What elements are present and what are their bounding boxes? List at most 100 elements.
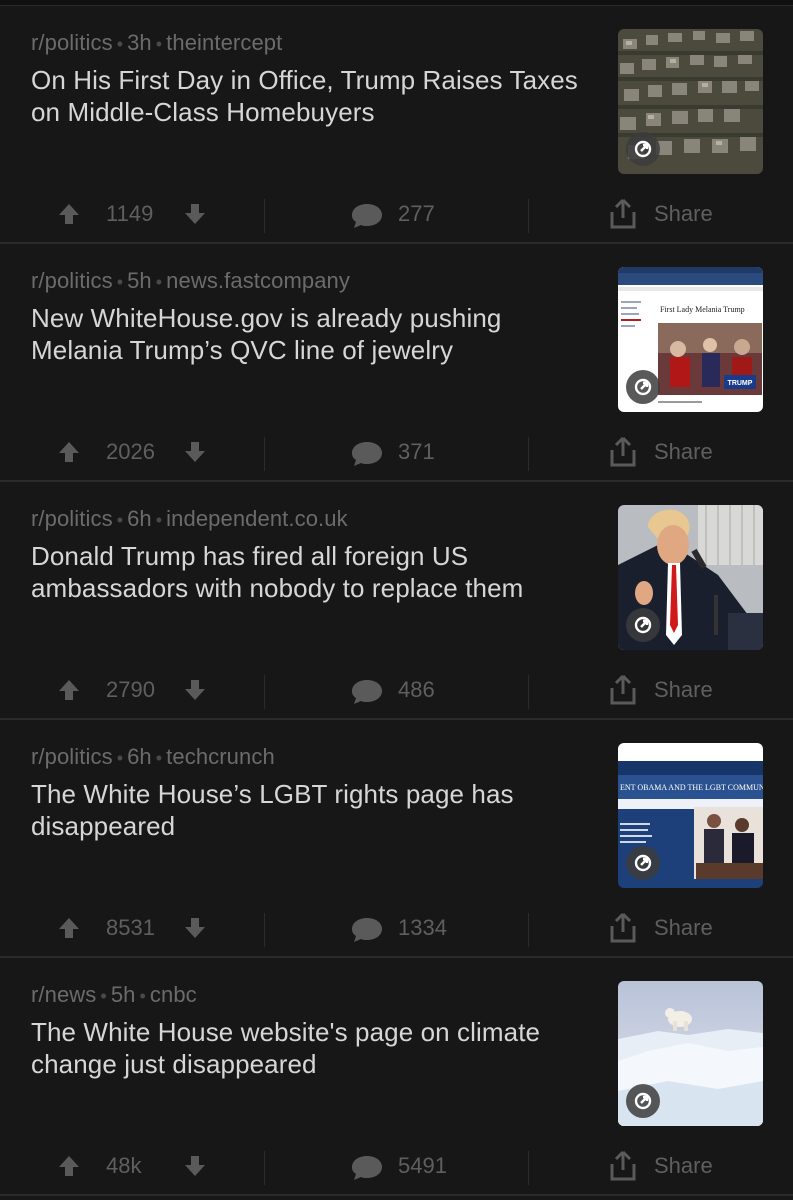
share-icon bbox=[610, 912, 636, 943]
post-age: 3h bbox=[127, 30, 152, 55]
share-button[interactable]: Share bbox=[608, 422, 738, 482]
post-title[interactable]: Donald Trump has fired all foreign US am… bbox=[31, 540, 586, 604]
share-button[interactable]: Share bbox=[608, 898, 738, 958]
comments-count: 277 bbox=[398, 201, 435, 226]
post-thumbnail[interactable]: ENT OBAMA AND THE LGBT COMMUNITY bbox=[618, 743, 763, 888]
post-title[interactable]: The White House’s LGBT rights page has d… bbox=[31, 778, 586, 842]
post-meta: r/politics • 6h • techcrunch bbox=[31, 744, 275, 770]
downvote-arrow-icon[interactable] bbox=[182, 439, 208, 465]
comments-button[interactable]: 371 bbox=[350, 422, 470, 482]
external-link-icon bbox=[626, 1084, 660, 1118]
post-domain[interactable]: techcrunch bbox=[166, 744, 275, 769]
post-actions: 2790 486 Share bbox=[0, 660, 793, 720]
post-card[interactable]: r/politics • 3h • theintercept On His First … bbox=[0, 6, 793, 244]
meta-dot: • bbox=[100, 986, 107, 1006]
action-divider bbox=[264, 199, 265, 233]
comments-count: 5491 bbox=[398, 1153, 447, 1178]
downvote-arrow-icon[interactable] bbox=[182, 1153, 208, 1179]
post-card[interactable]: r/politics • 6h • techcrunch The White House… bbox=[0, 720, 793, 958]
downvote-arrow-icon[interactable] bbox=[182, 201, 208, 227]
post-thumbnail[interactable]: TRUMP First Lady Melania Trump bbox=[618, 267, 763, 412]
post-domain[interactable]: theintercept bbox=[166, 30, 282, 55]
comments-count: 371 bbox=[398, 439, 435, 464]
post-thumbnail[interactable] bbox=[618, 981, 763, 1126]
meta-dot: • bbox=[155, 272, 163, 292]
post-title[interactable]: New WhiteHouse.gov is already pushing Me… bbox=[31, 302, 586, 366]
subreddit-link[interactable]: r/politics bbox=[31, 30, 113, 55]
action-divider bbox=[528, 199, 529, 233]
external-link-icon bbox=[626, 132, 660, 166]
post-domain[interactable]: independent.co.uk bbox=[166, 506, 348, 531]
post-age: 5h bbox=[110, 982, 136, 1007]
share-label: Share bbox=[654, 201, 713, 226]
upvote-arrow-icon[interactable] bbox=[56, 201, 82, 227]
share-button[interactable]: Share bbox=[608, 1136, 738, 1196]
comment-bubble-icon bbox=[352, 204, 382, 228]
comment-bubble-icon bbox=[352, 442, 382, 466]
share-icon bbox=[610, 198, 636, 229]
post-domain[interactable]: cnbc bbox=[150, 982, 197, 1007]
meta-dot: • bbox=[116, 272, 124, 292]
post-actions: 8531 1334 Share bbox=[0, 898, 793, 958]
share-icon bbox=[610, 674, 636, 705]
meta-dot: • bbox=[116, 748, 124, 768]
meta-dot: • bbox=[155, 510, 163, 530]
comments-button[interactable]: 5491 bbox=[350, 1136, 470, 1196]
post-card[interactable]: r/news • 5h • cnbc The White House website's… bbox=[0, 958, 793, 1196]
thumb-heading: ENT OBAMA AND THE LGBT COMMUNITY bbox=[620, 783, 763, 792]
comment-bubble-icon bbox=[352, 918, 382, 942]
post-title[interactable]: The White House website's page on climat… bbox=[31, 1016, 586, 1080]
post-actions: 1149 277 Share bbox=[0, 184, 793, 244]
share-icon bbox=[610, 1150, 636, 1181]
vote-group: 2790 bbox=[50, 660, 262, 720]
share-button[interactable]: Share bbox=[608, 660, 738, 720]
post-card[interactable]: r/politics • 6h • independent.co.uk Donald T… bbox=[0, 482, 793, 720]
thumb-heading: First Lady Melania Trump bbox=[660, 305, 745, 314]
post-card[interactable]: r/politics • 5h • news.fastcompany New White… bbox=[0, 244, 793, 482]
action-divider bbox=[264, 437, 265, 471]
meta-dot: • bbox=[116, 510, 124, 530]
subreddit-link[interactable]: r/politics bbox=[31, 268, 113, 293]
subreddit-link[interactable]: r/politics bbox=[31, 506, 113, 531]
vote-score: 2790 bbox=[106, 677, 155, 702]
comment-bubble-icon bbox=[352, 1156, 382, 1180]
meta-dot: • bbox=[155, 748, 163, 768]
comments-count: 486 bbox=[398, 677, 435, 702]
post-domain[interactable]: news.fastcompany bbox=[166, 268, 350, 293]
vote-score: 2026 bbox=[106, 439, 155, 464]
meta-dot: • bbox=[139, 986, 146, 1006]
downvote-arrow-icon[interactable] bbox=[182, 677, 208, 703]
post-meta: r/politics • 3h • theintercept bbox=[31, 30, 282, 56]
share-icon bbox=[610, 436, 636, 467]
upvote-arrow-icon[interactable] bbox=[56, 439, 82, 465]
post-meta: r/politics • 6h • independent.co.uk bbox=[31, 506, 348, 532]
svg-text:TRUMP: TRUMP bbox=[728, 380, 753, 387]
comments-button[interactable]: 1334 bbox=[350, 898, 470, 958]
comments-button[interactable]: 277 bbox=[350, 184, 470, 244]
vote-score: 1149 bbox=[106, 201, 154, 226]
downvote-arrow-icon[interactable] bbox=[182, 915, 208, 941]
comments-button[interactable]: 486 bbox=[350, 660, 470, 720]
post-thumbnail[interactable] bbox=[618, 505, 763, 650]
post-age: 5h bbox=[127, 268, 152, 293]
share-button[interactable]: Share bbox=[608, 184, 738, 244]
action-divider bbox=[528, 913, 529, 947]
action-divider bbox=[264, 913, 265, 947]
upvote-arrow-icon[interactable] bbox=[56, 1153, 82, 1179]
action-divider bbox=[528, 1151, 529, 1185]
post-title[interactable]: On His First Day in Office, Trump Raises… bbox=[31, 64, 586, 128]
upvote-arrow-icon[interactable] bbox=[56, 677, 82, 703]
vote-group: 2026 bbox=[50, 422, 262, 482]
external-link-icon bbox=[626, 608, 660, 642]
post-thumbnail[interactable] bbox=[618, 29, 763, 174]
subreddit-link[interactable]: r/politics bbox=[31, 744, 113, 769]
subreddit-link[interactable]: r/news bbox=[31, 982, 96, 1007]
comments-count: 1334 bbox=[398, 915, 447, 940]
external-link-icon bbox=[626, 370, 660, 404]
post-meta: r/news • 5h • cnbc bbox=[31, 982, 197, 1008]
post-meta: r/politics • 5h • news.fastcompany bbox=[31, 268, 350, 294]
post-actions: 48k 5491 Share bbox=[0, 1136, 793, 1196]
upvote-arrow-icon[interactable] bbox=[56, 915, 82, 941]
share-label: Share bbox=[654, 677, 713, 702]
share-label: Share bbox=[654, 915, 713, 940]
